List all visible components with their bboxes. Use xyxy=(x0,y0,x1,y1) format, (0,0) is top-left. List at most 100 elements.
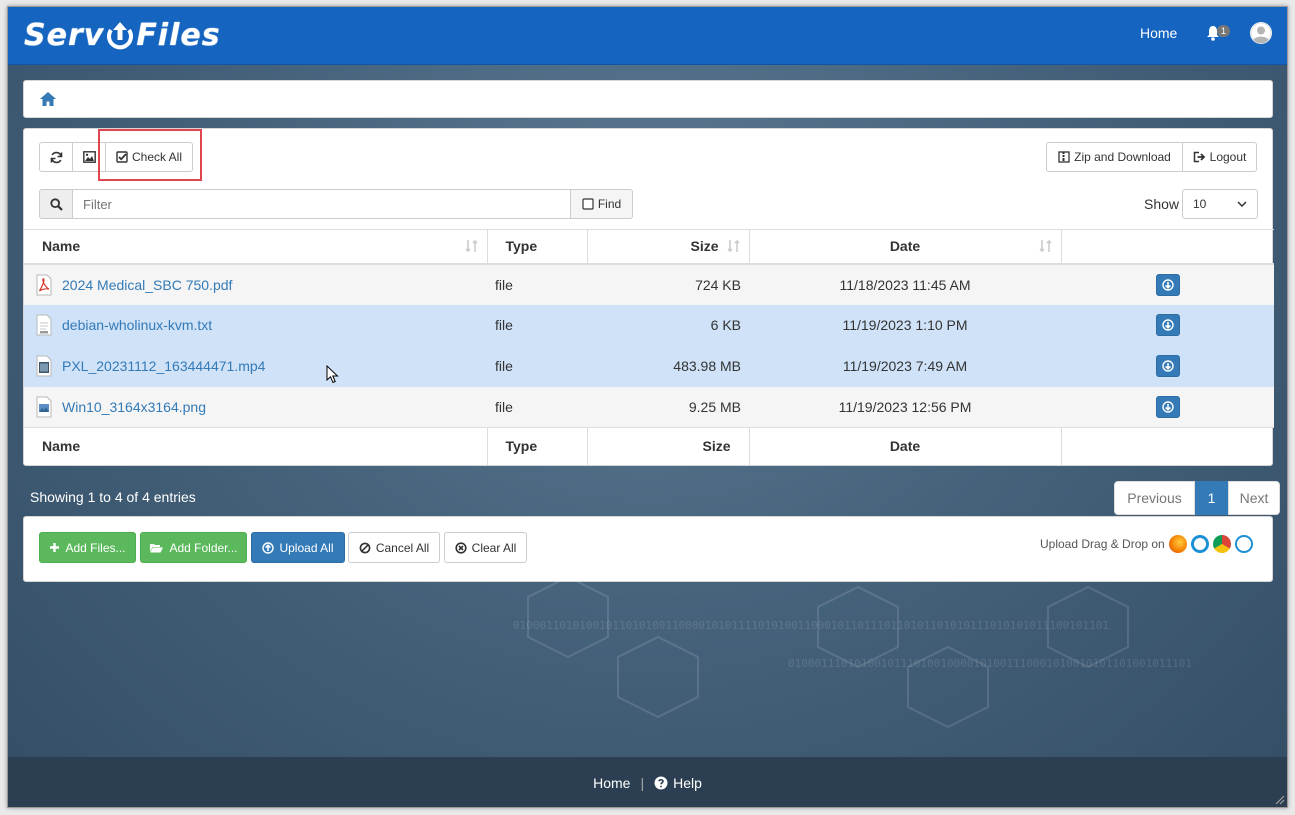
notification-badge: 1 xyxy=(1217,25,1231,37)
column-header-date-label: Date xyxy=(889,238,921,255)
cancel-all-button[interactable]: Cancel All xyxy=(348,532,440,563)
file-name-cell: PXL_20231112_163444471.mp4 xyxy=(24,346,487,387)
table-row[interactable]: Win10_3164x3164.png file 9.25 MB 11/19/2023… xyxy=(24,386,1274,428)
column-header-size[interactable]: Size xyxy=(587,229,750,265)
download-button[interactable] xyxy=(1155,314,1180,336)
show-label: Show xyxy=(1144,196,1180,212)
pagination-next[interactable]: Next xyxy=(1228,481,1280,515)
resize-grip-icon[interactable] xyxy=(1273,793,1285,805)
table-info: Showing 1 to 4 of 4 entries xyxy=(30,489,196,505)
file-size-cell: 483.98 MB xyxy=(673,358,741,374)
footer-header-size: Size xyxy=(587,427,750,465)
logout-label: Logout xyxy=(1209,150,1247,164)
file-action-cell xyxy=(1061,346,1274,387)
file-date-cell: 11/19/2023 12:56 PM xyxy=(838,398,972,415)
footer-header-name-label: Name xyxy=(42,438,81,455)
footer-home-link[interactable]: Home xyxy=(593,775,630,791)
text-file-icon xyxy=(36,314,52,336)
add-files-button[interactable]: Add Files... xyxy=(39,532,136,563)
mouse-cursor-icon xyxy=(326,365,339,384)
question-circle-icon xyxy=(654,776,668,790)
user-avatar[interactable] xyxy=(1250,22,1272,44)
pagination-previous[interactable]: Previous xyxy=(1114,481,1195,515)
file-date-cell: 11/19/2023 7:49 AM xyxy=(842,358,968,374)
file-size-cell: 724 KB xyxy=(695,276,741,293)
add-folder-button[interactable]: Add Folder... xyxy=(140,532,247,563)
file-type-cell: file xyxy=(495,276,513,293)
page-length-select[interactable]: 10 xyxy=(1182,189,1258,219)
footer-header-name: Name xyxy=(24,427,488,465)
cancel-all-label: Cancel All xyxy=(375,540,430,555)
upload-all-label: Upload All xyxy=(279,540,334,555)
file-name-link[interactable]: 2024 Medical_SBC 750.pdf xyxy=(62,277,232,293)
file-name-cell: 2024 Medical_SBC 750.pdf xyxy=(24,264,487,305)
table-row[interactable]: 2024 Medical_SBC 750.pdf file 724 KB 11/18/… xyxy=(24,263,1274,305)
download-circle-icon xyxy=(1161,360,1174,372)
search-icon xyxy=(49,197,63,211)
image-icon xyxy=(82,151,96,163)
upload-panel: Add Files... Add Folder... Upload All Ca… xyxy=(23,516,1273,582)
column-header-name[interactable]: Name xyxy=(24,229,488,265)
download-circle-icon xyxy=(1161,401,1174,413)
table-row[interactable]: PXL_20231112_163444471.mp4 file 483.98 MB 1… xyxy=(24,345,1274,387)
pdf-file-icon xyxy=(36,274,52,296)
download-button[interactable] xyxy=(1155,355,1180,377)
page-length-value: 10 xyxy=(1193,197,1207,211)
logo-text-right: Files xyxy=(136,17,221,53)
footer-header-date-label: Date xyxy=(889,438,921,455)
download-circle-icon xyxy=(1161,278,1174,291)
times-circle-icon xyxy=(455,541,467,554)
chevron-down-icon xyxy=(1237,201,1247,207)
zip-download-button[interactable]: Zip and Download xyxy=(1046,142,1183,172)
download-button[interactable] xyxy=(1155,273,1180,296)
file-type-cell: file xyxy=(495,398,513,415)
file-name-link[interactable]: Win10_3164x3164.png xyxy=(62,399,206,415)
logout-button[interactable]: Logout xyxy=(1182,142,1257,172)
add-folder-label: Add Folder... xyxy=(169,540,238,555)
file-table: Name Type Size Date 2024 Medical_SBC 750… xyxy=(24,229,1274,465)
pagination-page-1[interactable]: 1 xyxy=(1195,481,1228,515)
sort-icon xyxy=(726,239,740,253)
breadcrumb xyxy=(23,80,1273,118)
file-size-cell: 9.25 MB xyxy=(688,398,741,415)
find-checkbox[interactable]: Find xyxy=(571,189,633,219)
table-row[interactable]: debian-wholinux-kvm.txt file 6 KB 11/19/202… xyxy=(24,304,1274,346)
footer-header-date: Date xyxy=(749,427,1062,465)
footer-help-link[interactable]: Help xyxy=(654,775,702,791)
background-binary-text: 0100011010100101101010011000010101111010… xyxy=(513,619,1110,632)
nav-home-link[interactable]: Home xyxy=(1140,25,1177,41)
plus-icon xyxy=(50,543,60,552)
add-files-label: Add Files... xyxy=(65,540,126,555)
checkbox-icon xyxy=(582,198,594,210)
refresh-icon xyxy=(50,151,62,163)
notifications-button[interactable]: 1 xyxy=(1206,23,1234,43)
download-button[interactable] xyxy=(1155,395,1180,418)
upload-all-button[interactable]: Upload All xyxy=(251,532,345,563)
file-name-link[interactable]: PXL_20231112_163444471.mp4 xyxy=(62,358,265,374)
download-circle-icon xyxy=(1161,319,1174,331)
user-icon xyxy=(1250,22,1272,44)
top-navbar: Serv Files Home 1 xyxy=(8,7,1287,65)
ie-icon xyxy=(1190,535,1209,553)
file-date-cell: 11/18/2023 11:45 AM xyxy=(839,276,971,293)
file-type-cell: file xyxy=(495,358,513,374)
file-action-cell xyxy=(1061,387,1274,428)
sign-out-icon xyxy=(1193,151,1205,163)
firefox-icon xyxy=(1168,535,1187,553)
folder-open-icon xyxy=(150,544,164,553)
clear-all-button[interactable]: Clear All xyxy=(444,532,527,563)
home-icon[interactable] xyxy=(39,91,57,107)
refresh-button[interactable] xyxy=(39,142,73,172)
file-action-cell xyxy=(1061,305,1274,346)
column-header-date[interactable]: Date xyxy=(749,229,1062,265)
file-date-cell: 11/19/2023 1:10 PM xyxy=(842,317,968,333)
file-type-cell: file xyxy=(495,317,513,333)
file-name-link[interactable]: debian-wholinux-kvm.txt xyxy=(62,317,212,333)
safari-icon xyxy=(1234,535,1253,553)
filter-input[interactable] xyxy=(73,189,571,219)
video-file-icon xyxy=(36,355,52,377)
highlight-box xyxy=(98,129,202,181)
servfiles-logo[interactable]: Serv Files xyxy=(24,17,221,53)
pagination: Previous 1 Next xyxy=(1114,481,1280,515)
background-binary-text: 0100011101010010111010010000101001110001… xyxy=(788,657,1192,670)
